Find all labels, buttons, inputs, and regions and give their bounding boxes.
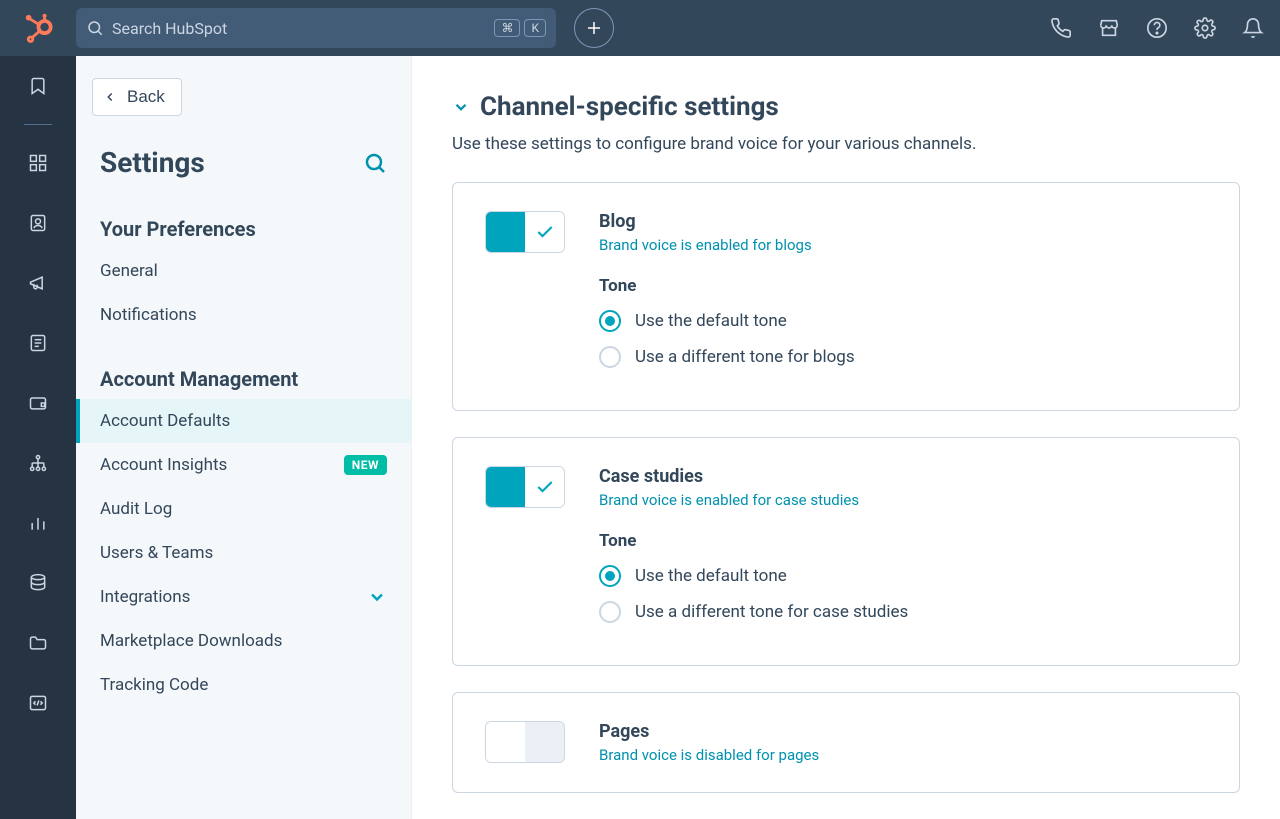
grid-icon[interactable] bbox=[26, 151, 50, 175]
sitemap-icon[interactable] bbox=[26, 451, 50, 475]
radio-icon bbox=[599, 346, 621, 368]
toggle-pages[interactable] bbox=[485, 721, 565, 763]
contacts-icon[interactable] bbox=[26, 211, 50, 235]
channel-card-pages: Pages Brand voice is disabled for pages bbox=[452, 692, 1240, 793]
phone-icon[interactable] bbox=[1050, 17, 1072, 39]
code-icon[interactable] bbox=[26, 691, 50, 715]
new-badge: NEW bbox=[344, 455, 387, 475]
nav-integrations[interactable]: Integrations bbox=[76, 575, 411, 619]
reports-icon[interactable] bbox=[26, 511, 50, 535]
radio-icon bbox=[599, 310, 621, 332]
radio-different-tone[interactable]: Use a different tone for blogs bbox=[599, 346, 1207, 368]
toggle-case-studies[interactable] bbox=[485, 466, 565, 508]
card-subtitle: Brand voice is disabled for pages bbox=[599, 746, 1207, 764]
notifications-icon[interactable] bbox=[1242, 17, 1264, 39]
nav-general[interactable]: General bbox=[76, 249, 411, 293]
nav-audit-log[interactable]: Audit Log bbox=[76, 487, 411, 531]
nav-account-defaults[interactable]: Account Defaults bbox=[76, 399, 411, 443]
plus-icon bbox=[585, 19, 603, 37]
card-subtitle: Brand voice is enabled for blogs bbox=[599, 236, 1207, 254]
toggle-blog[interactable] bbox=[485, 211, 565, 253]
keyboard-shortcut: ⌘K bbox=[494, 19, 546, 37]
card-subtitle: Brand voice is enabled for case studies bbox=[599, 491, 1207, 509]
collapse-icon[interactable] bbox=[452, 98, 470, 116]
section-account-management: Account Management bbox=[76, 337, 411, 399]
radio-different-tone[interactable]: Use a different tone for case studies bbox=[599, 601, 1207, 623]
settings-icon[interactable] bbox=[1194, 17, 1216, 39]
nav-notifications[interactable]: Notifications bbox=[76, 293, 411, 337]
search-icon bbox=[86, 19, 104, 37]
chevron-down-icon bbox=[367, 587, 387, 607]
card-title: Case studies bbox=[599, 466, 1207, 487]
megaphone-icon[interactable] bbox=[26, 271, 50, 295]
nav-marketplace-downloads[interactable]: Marketplace Downloads bbox=[76, 619, 411, 663]
create-button[interactable] bbox=[574, 8, 614, 48]
marketplace-icon[interactable] bbox=[1098, 17, 1120, 39]
channel-card-case-studies: Case studies Brand voice is enabled for … bbox=[452, 437, 1240, 666]
page-title: Settings bbox=[100, 146, 205, 179]
help-icon[interactable] bbox=[1146, 17, 1168, 39]
check-icon bbox=[535, 477, 555, 497]
hubspot-logo-icon[interactable] bbox=[23, 13, 53, 43]
section-description: Use these settings to configure brand vo… bbox=[452, 134, 1240, 154]
nav-tracking-code[interactable]: Tracking Code bbox=[76, 663, 411, 707]
wallet-icon[interactable] bbox=[26, 391, 50, 415]
document-icon[interactable] bbox=[26, 331, 50, 355]
radio-default-tone[interactable]: Use the default tone bbox=[599, 565, 1207, 587]
tone-heading: Tone bbox=[599, 531, 1207, 551]
separator bbox=[24, 124, 52, 125]
database-icon[interactable] bbox=[26, 571, 50, 595]
radio-icon bbox=[599, 601, 621, 623]
section-heading: Channel-specific settings bbox=[480, 92, 779, 122]
nav-account-insights[interactable]: Account Insights NEW bbox=[76, 443, 411, 487]
back-button[interactable]: Back bbox=[92, 78, 182, 116]
section-your-preferences: Your Preferences bbox=[76, 187, 411, 249]
channel-card-blog: Blog Brand voice is enabled for blogs To… bbox=[452, 182, 1240, 411]
search-input[interactable]: Search HubSpot ⌘K bbox=[76, 8, 556, 48]
chevron-left-icon bbox=[103, 90, 117, 104]
card-title: Blog bbox=[599, 211, 1207, 232]
bookmark-icon[interactable] bbox=[26, 74, 50, 98]
nav-users-teams[interactable]: Users & Teams bbox=[76, 531, 411, 575]
radio-icon bbox=[599, 565, 621, 587]
card-title: Pages bbox=[599, 721, 1207, 742]
check-icon bbox=[535, 222, 555, 242]
tone-heading: Tone bbox=[599, 276, 1207, 296]
search-placeholder: Search HubSpot bbox=[112, 19, 494, 38]
radio-default-tone[interactable]: Use the default tone bbox=[599, 310, 1207, 332]
search-settings-icon[interactable] bbox=[363, 151, 387, 175]
folder-icon[interactable] bbox=[26, 631, 50, 655]
